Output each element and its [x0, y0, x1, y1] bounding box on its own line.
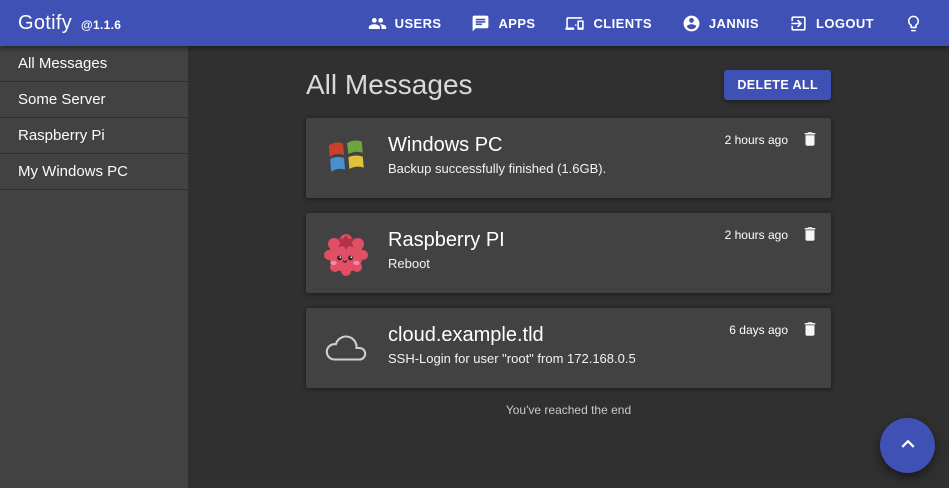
lightbulb-icon — [904, 14, 923, 33]
account-icon — [682, 14, 701, 33]
app-title: Gotify — [18, 12, 72, 35]
trash-icon — [801, 326, 819, 341]
message-text-block: Windows PC Backup successfully finished … — [388, 134, 606, 182]
trash-icon — [801, 136, 819, 151]
chevron-up-icon — [895, 431, 921, 460]
page-title: All Messages — [306, 69, 473, 101]
nav-apps[interactable]: APPS — [471, 14, 535, 33]
message-meta: 2 hours ago — [725, 225, 819, 246]
nav-clients-label: CLIENTS — [593, 16, 651, 31]
delete-message-button[interactable] — [801, 225, 819, 246]
delete-message-button[interactable] — [801, 130, 819, 151]
theme-toggle-button[interactable] — [904, 14, 923, 33]
message-app-name: cloud.example.tld — [388, 324, 636, 347]
delete-message-button[interactable] — [801, 320, 819, 341]
nav-account[interactable]: JANNIS — [682, 14, 759, 33]
message-timestamp: 2 hours ago — [725, 228, 788, 242]
page-body: All Messages Some Server Raspberry Pi My… — [0, 46, 949, 488]
logout-icon — [789, 14, 808, 33]
message-card-windows-pc: Windows PC Backup successfully finished … — [306, 118, 831, 198]
messages-panel: All Messages DELETE ALL Windows PC Backu… — [306, 69, 831, 417]
message-card-raspberry-pi: Raspberry PI Reboot 2 hours ago — [306, 213, 831, 293]
nav-account-label: JANNIS — [709, 16, 759, 31]
sidebar-item-label: Some Server — [18, 91, 106, 108]
sidebar-item-label: All Messages — [18, 55, 107, 72]
navbar-menu: USERS APPS CLIENTS JANNIS LOGOUT — [368, 14, 923, 33]
message-card-cloud: cloud.example.tld SSH-Login for user "ro… — [306, 308, 831, 388]
nav-users[interactable]: USERS — [368, 14, 442, 33]
message-timestamp: 6 days ago — [729, 323, 788, 337]
end-of-list-text: You've reached the end — [306, 403, 831, 417]
app-version: @1.1.6 — [81, 18, 121, 32]
sidebar-item-all-messages[interactable]: All Messages — [0, 46, 188, 82]
scroll-to-top-button[interactable] — [880, 418, 935, 473]
heading-row: All Messages DELETE ALL — [306, 69, 831, 101]
raspberry-icon — [322, 229, 370, 277]
nav-logout[interactable]: LOGOUT — [789, 14, 874, 33]
trash-icon — [801, 231, 819, 246]
message-text-block: cloud.example.tld SSH-Login for user "ro… — [388, 324, 636, 372]
users-icon — [368, 14, 387, 33]
message-meta: 6 days ago — [729, 320, 819, 341]
sidebar: All Messages Some Server Raspberry Pi My… — [0, 46, 188, 488]
message-timestamp: 2 hours ago — [725, 133, 788, 147]
sidebar-item-label: My Windows PC — [18, 163, 128, 180]
clients-icon — [565, 14, 585, 33]
top-navbar: Gotify @1.1.6 USERS APPS CLIENTS JANNIS — [0, 0, 949, 46]
app-brand: Gotify @1.1.6 — [18, 12, 121, 35]
sidebar-item-some-server[interactable]: Some Server — [0, 82, 188, 118]
message-body: Backup successfully finished (1.6GB). — [388, 161, 606, 176]
main-area: All Messages DELETE ALL Windows PC Backu… — [188, 46, 949, 488]
apps-icon — [471, 14, 490, 33]
message-meta: 2 hours ago — [725, 130, 819, 151]
message-body: Reboot — [388, 256, 505, 271]
nav-users-label: USERS — [395, 16, 442, 31]
nav-clients[interactable]: CLIENTS — [565, 14, 651, 33]
delete-all-button[interactable]: DELETE ALL — [724, 70, 831, 100]
message-text-block: Raspberry PI Reboot — [388, 229, 505, 277]
nav-apps-label: APPS — [498, 16, 535, 31]
sidebar-item-raspberry-pi[interactable]: Raspberry Pi — [0, 118, 188, 154]
windows-logo-icon — [322, 134, 370, 182]
message-body: SSH-Login for user "root" from 172.168.0… — [388, 351, 636, 366]
sidebar-item-label: Raspberry Pi — [18, 127, 105, 144]
message-app-name: Raspberry PI — [388, 229, 505, 252]
sidebar-item-my-windows-pc[interactable]: My Windows PC — [0, 154, 188, 190]
nav-logout-label: LOGOUT — [816, 16, 874, 31]
cloud-icon — [322, 324, 370, 372]
message-app-name: Windows PC — [388, 134, 606, 157]
